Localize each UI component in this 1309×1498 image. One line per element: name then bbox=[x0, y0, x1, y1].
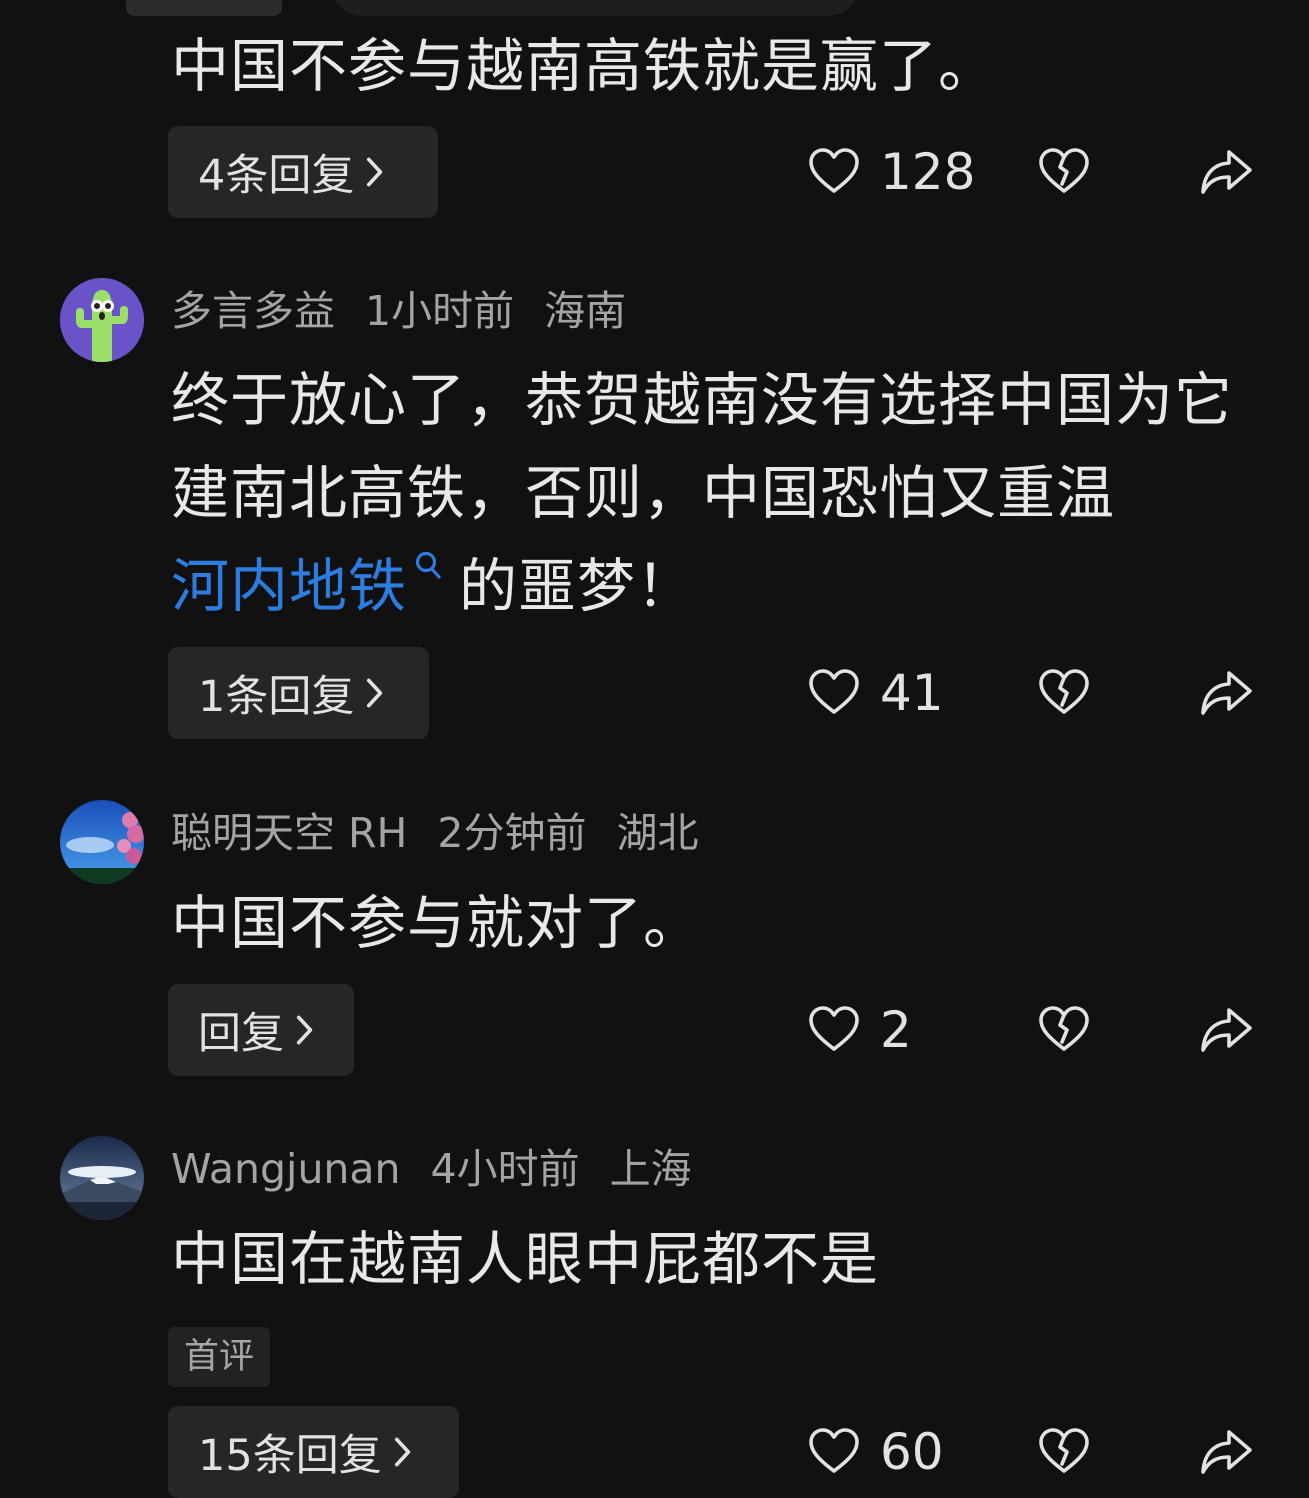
like-count: 60 bbox=[880, 1423, 944, 1481]
like-icon[interactable] bbox=[806, 144, 862, 200]
comment-time: 4小时前 bbox=[430, 1145, 580, 1193]
comment-location: 海南 bbox=[544, 287, 627, 335]
comment-location: 湖北 bbox=[616, 809, 699, 857]
username[interactable]: 聪明天空 RH bbox=[171, 809, 407, 857]
dislike-icon[interactable] bbox=[1036, 1424, 1092, 1480]
like-count: 128 bbox=[880, 143, 976, 201]
comment-meta: 多言多益 1小时前 海南 bbox=[171, 286, 656, 336]
comment-text: 终于放心了，恭贺越南没有选择中国为它建南北高铁，否则，中国恐怕又重温河内地铁 的噩… bbox=[171, 354, 1251, 633]
first-comment-badge: 首评 bbox=[168, 1327, 271, 1387]
comment-text-part: 的噩梦！ bbox=[459, 552, 696, 620]
dislike-icon[interactable] bbox=[1036, 665, 1092, 721]
comment-time: 2分钟前 bbox=[437, 809, 587, 857]
username[interactable]: Wangjunan bbox=[171, 1145, 401, 1193]
comment-meta: Wangjunan 4小时前 上海 bbox=[171, 1144, 722, 1194]
first-comment-tag bbox=[126, 0, 282, 16]
like-icon[interactable] bbox=[806, 1002, 862, 1058]
search-link[interactable]: 河内地铁 bbox=[171, 552, 407, 620]
top-bar bbox=[330, 0, 860, 16]
comment-text: 中国不参与越南高铁就是赢了。 bbox=[171, 32, 998, 100]
comment-text-part: 终于放心了，恭贺越南没有选择中国为它建南北高铁，否则，中国恐怕又重温 bbox=[171, 366, 1234, 527]
share-icon[interactable] bbox=[1198, 1002, 1254, 1058]
comment-meta: 聪明天空 RH 2分钟前 湖北 bbox=[171, 808, 728, 858]
comment-text: 中国不参与就对了。 bbox=[171, 889, 703, 957]
share-icon[interactable] bbox=[1198, 1424, 1254, 1480]
like-count: 2 bbox=[880, 1001, 912, 1059]
dislike-icon[interactable] bbox=[1036, 144, 1092, 200]
share-icon[interactable] bbox=[1198, 665, 1254, 721]
dislike-icon[interactable] bbox=[1036, 1002, 1092, 1058]
mountain-avatar-icon[interactable] bbox=[60, 1136, 144, 1220]
comment-time: 1小时前 bbox=[365, 287, 515, 335]
sky-flowers-avatar-icon[interactable] bbox=[60, 800, 144, 884]
comment-location: 上海 bbox=[609, 1145, 692, 1193]
search-icon[interactable] bbox=[413, 550, 443, 584]
like-icon[interactable] bbox=[806, 1424, 862, 1480]
like-count: 41 bbox=[880, 664, 944, 722]
cactus-avatar-icon[interactable] bbox=[60, 278, 144, 362]
username[interactable]: 多言多益 bbox=[171, 287, 335, 335]
comment-text: 中国在越南人眼中屁都不是 bbox=[171, 1225, 880, 1293]
share-icon[interactable] bbox=[1198, 144, 1254, 200]
like-icon[interactable] bbox=[806, 665, 862, 721]
